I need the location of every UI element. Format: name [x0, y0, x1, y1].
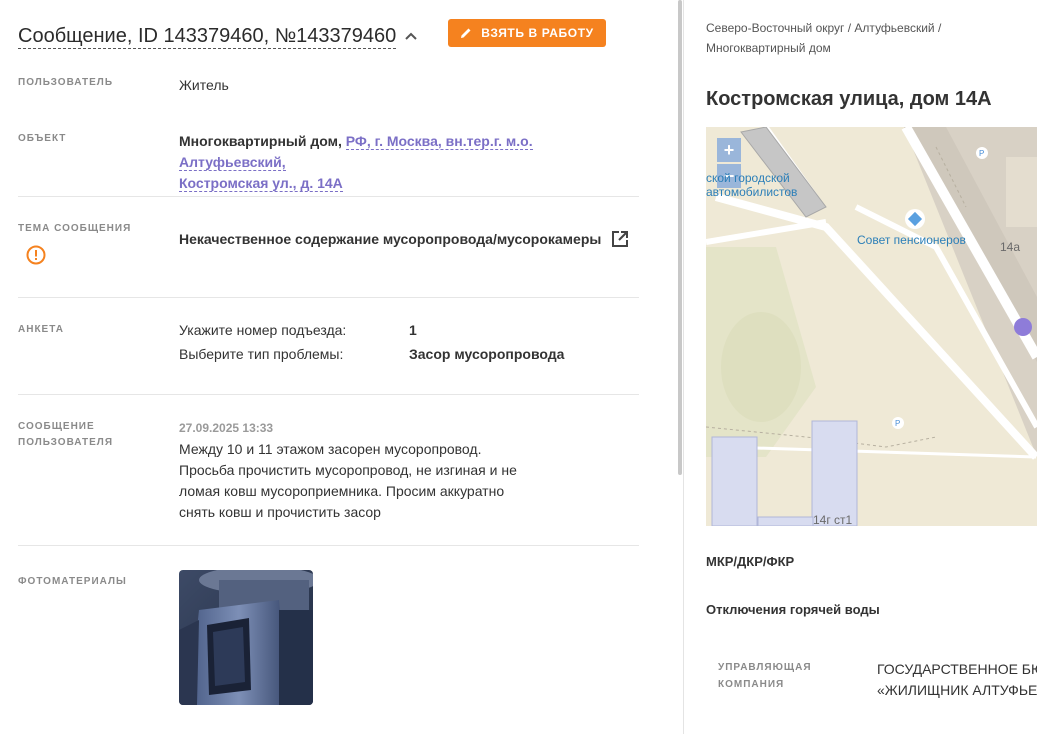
object-value: Многоквартирный дом, РФ, г. Москва, вн.т… — [179, 131, 629, 194]
survey-label: АНКЕТА — [18, 324, 64, 335]
message-title[interactable]: Сообщение, ID 143379460, №143379460 — [18, 24, 397, 49]
management-company-value: ГОСУДАРСТВЕННОЕ БЮДЖ «ЖИЛИЩНИК АЛТУФЬЕВ — [877, 659, 1037, 701]
map-label-line: автомобилистов — [706, 185, 798, 199]
section-hot-water[interactable]: Отключения горячей воды — [706, 602, 880, 617]
management-company-label: УПРАВЛЯЮЩАЯ КОМПАНИЯ — [718, 659, 812, 693]
take-to-work-label: ВЗЯТЬ В РАБОТУ — [481, 26, 594, 40]
divider — [18, 545, 639, 546]
management-label-line: УПРАВЛЯЮЩАЯ — [718, 662, 812, 673]
breadcrumb-line: Северо-Восточный округ / Алтуфьевский / — [706, 21, 942, 35]
survey-answer: 1 — [409, 322, 417, 338]
chevron-up-icon[interactable] — [404, 29, 418, 43]
map-label-14a: 14а — [1000, 240, 1021, 254]
object-address-link-2[interactable]: Костромская ул., д. 14А — [179, 175, 343, 192]
survey-question: Укажите номер подъезда: — [179, 322, 347, 338]
breadcrumb-line: Многоквартирный дом — [706, 41, 831, 55]
message-line: Просьба прочистить мусоропровод, не изги… — [179, 462, 517, 478]
zoom-in-button[interactable]: + — [717, 138, 741, 162]
divider — [18, 297, 639, 298]
take-to-work-button[interactable]: ВЗЯТЬ В РАБОТУ — [448, 19, 606, 47]
external-link-icon[interactable] — [610, 229, 630, 249]
survey-question: Выберите тип проблемы: — [179, 346, 344, 362]
panel-divider — [683, 0, 684, 734]
breadcrumb: Северо-Восточный округ / Алтуфьевский / … — [706, 18, 1006, 58]
photos-label: ФОТОМАТЕРИАЛЫ — [18, 576, 127, 587]
message-details-panel: Сообщение, ID 143379460, №143379460 ВЗЯТ… — [0, 0, 678, 734]
management-label-line: КОМПАНИЯ — [718, 679, 785, 690]
management-value-line: ГОСУДАРСТВЕННОЕ БЮДЖ — [877, 661, 1037, 677]
scrollbar[interactable] — [678, 0, 682, 475]
user-message-label-line2: ПОЛЬЗОВАТЕЛЯ — [18, 437, 114, 448]
management-value-line: «ЖИЛИЩНИК АЛТУФЬЕВ — [877, 682, 1037, 698]
user-label: ПОЛЬЗОВАТЕЛЬ — [18, 77, 114, 88]
map[interactable]: P P + − ской городской автомобилистов Со… — [706, 127, 1037, 526]
message-line: ломая ковш мусороприемника. Просим аккур… — [179, 483, 505, 499]
section-mkr[interactable]: МКР/ДКР/ФКР — [706, 554, 794, 569]
message-date: 27.09.2025 13:33 — [179, 421, 274, 435]
message-header: Сообщение, ID 143379460, №143379460 — [18, 19, 418, 53]
divider — [18, 196, 639, 197]
message-line: снять ковш и прочистить засор — [179, 504, 381, 520]
map-parking-label: P — [979, 149, 984, 158]
map-label-line: ской городской — [706, 171, 790, 185]
survey-answer: Засор мусоропровода — [409, 346, 565, 362]
divider — [18, 394, 639, 395]
warning-circle-icon — [26, 245, 46, 265]
topic-value: Некачественное содержание мусоропровода/… — [179, 231, 602, 247]
map-label-14g: 14г ст1 — [813, 513, 853, 526]
map-label-school: ской городской автомобилистов — [706, 171, 797, 199]
object-label: ОБЪЕКТ — [18, 133, 67, 144]
message-line: Между 10 и 11 этажом засорен мусоропрово… — [179, 441, 482, 457]
topic-label: ТЕМА СООБЩЕНИЯ — [18, 223, 132, 234]
object-type: Многоквартирный дом, — [179, 133, 342, 149]
message-text: Между 10 и 11 этажом засорен мусоропрово… — [179, 439, 529, 523]
map-parking-label: P — [895, 419, 900, 428]
map-label-council: Совет пенсионеров — [857, 233, 966, 247]
address-title: Костромская улица, дом 14А — [706, 88, 992, 110]
pencil-icon — [460, 27, 472, 39]
user-message-label: СООБЩЕНИЕ ПОЛЬЗОВАТЕЛЯ — [18, 419, 113, 451]
user-message-label-line1: СООБЩЕНИЕ — [18, 421, 95, 432]
user-value: Житель — [179, 77, 229, 93]
photo-thumbnail[interactable] — [179, 570, 313, 705]
